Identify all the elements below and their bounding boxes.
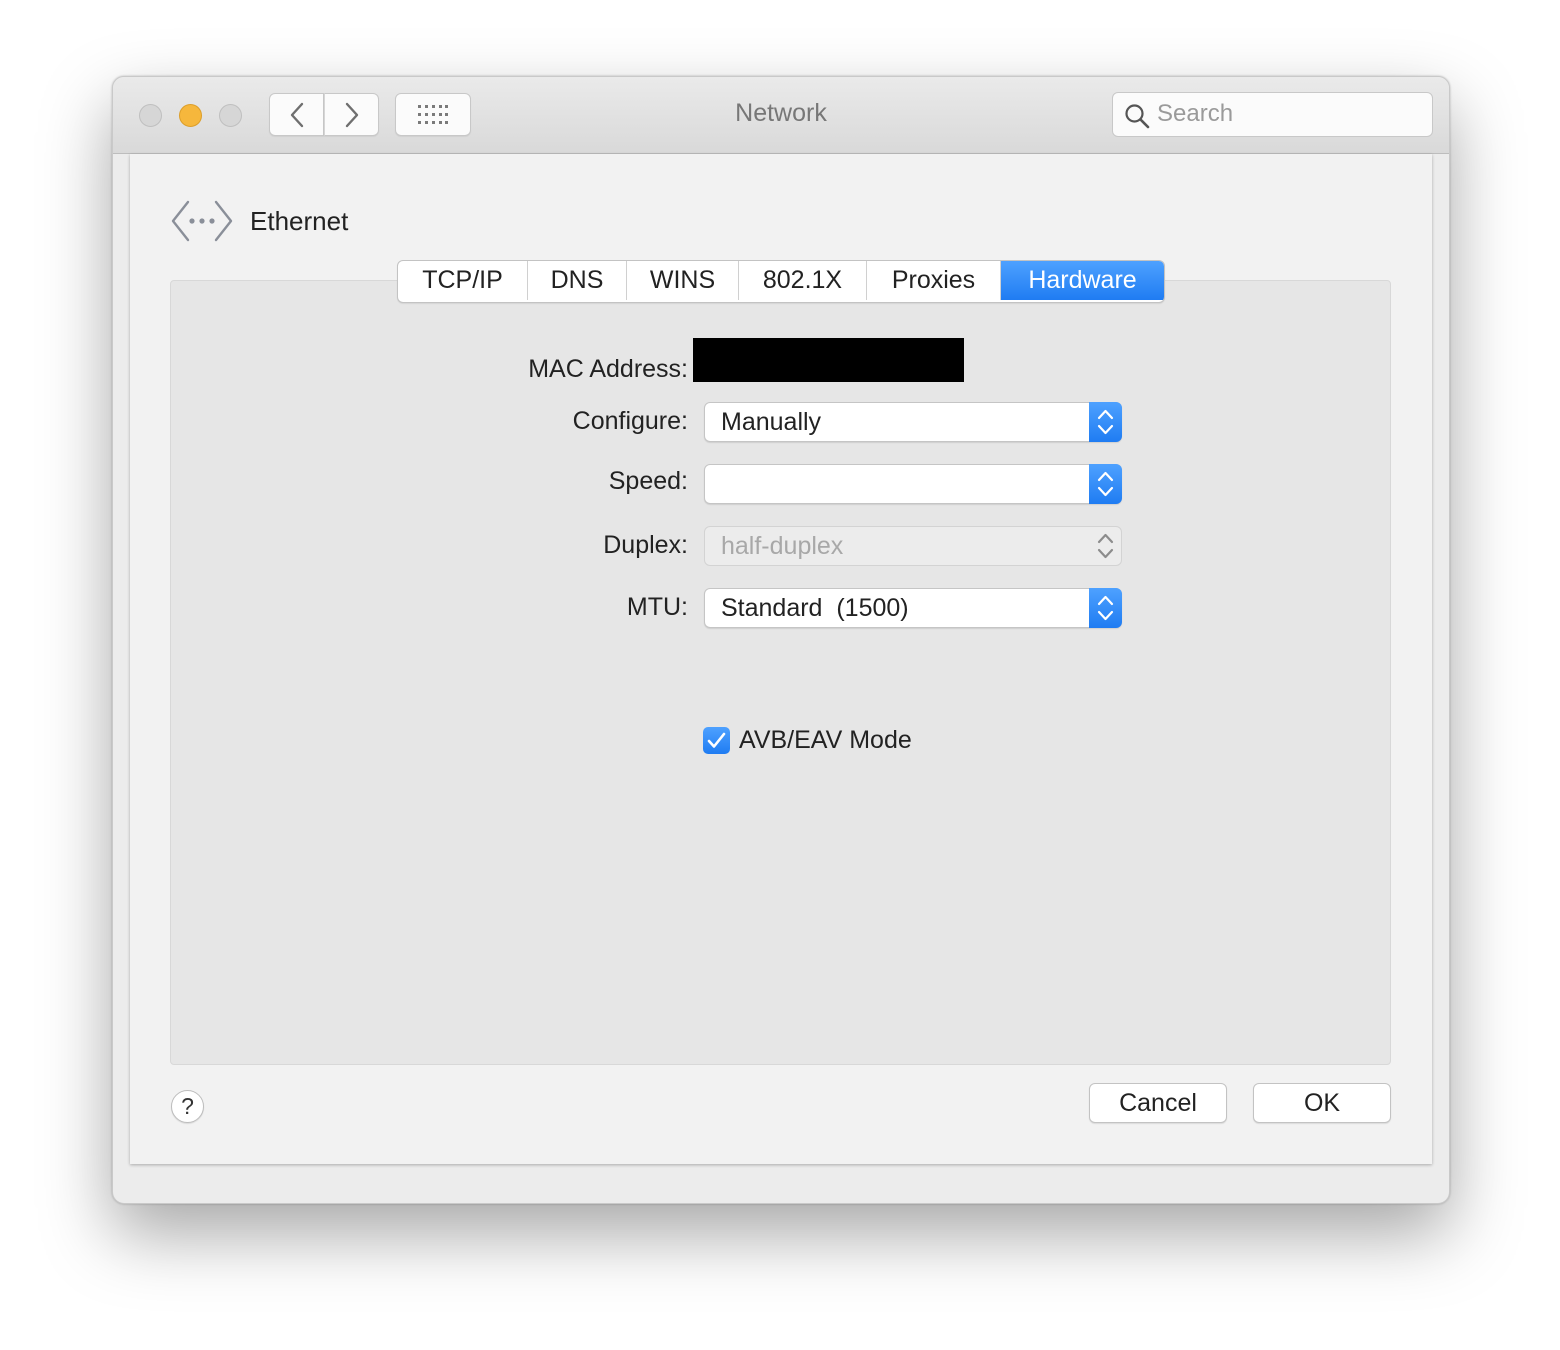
configure-label: Configure: — [572, 407, 688, 435]
mac-address-label: MAC Address: — [528, 355, 688, 383]
mtu-stepper[interactable] — [1089, 588, 1122, 628]
avb-eav-mode-checkbox[interactable] — [703, 727, 730, 754]
speed-popup[interactable] — [704, 464, 1122, 504]
up-down-chevron-icon — [1097, 595, 1114, 621]
search-field[interactable] — [1112, 92, 1433, 137]
cancel-button[interactable]: Cancel — [1089, 1083, 1227, 1123]
duplex-label: Duplex: — [603, 531, 688, 559]
mac-address-value-redacted — [693, 338, 964, 382]
tab-dns[interactable]: DNS — [528, 261, 627, 300]
speed-label: Speed: — [608, 467, 688, 495]
hardware-settings-sheet: Ethernet TCP/IP DNS WINS 802.1X Proxies … — [130, 154, 1432, 1164]
tab-802-1x[interactable]: 802.1X — [739, 261, 867, 300]
tab-hardware[interactable]: Hardware — [1001, 261, 1164, 300]
up-down-chevron-icon — [1097, 533, 1114, 559]
tab-proxies[interactable]: Proxies — [867, 261, 1001, 300]
speed-stepper[interactable] — [1089, 464, 1122, 504]
configure-popup[interactable]: Manually — [704, 402, 1122, 442]
duplex-popup: half-duplex — [704, 526, 1122, 566]
search-input[interactable] — [1157, 99, 1417, 129]
mtu-value: Standard (1500) — [721, 594, 909, 622]
ethernet-icon — [171, 200, 233, 242]
avb-eav-mode-label[interactable]: AVB/EAV Mode — [739, 726, 912, 755]
checkmark-icon — [707, 732, 726, 748]
tab-content-panel — [170, 280, 1391, 1065]
tab-bar: TCP/IP DNS WINS 802.1X Proxies Hardware — [397, 260, 1165, 303]
tab-tcp-ip[interactable]: TCP/IP — [398, 261, 528, 300]
title-bar: Network — [113, 77, 1449, 154]
duplex-stepper — [1089, 526, 1122, 566]
interface-name: Ethernet — [250, 206, 349, 236]
network-preferences-window: Network Ethernet TCP/IP DNS WINS — [112, 76, 1450, 1204]
configure-value: Manually — [721, 408, 822, 436]
search-icon — [1125, 104, 1150, 129]
duplex-value: half-duplex — [721, 532, 844, 560]
mtu-popup[interactable]: Standard (1500) — [704, 588, 1122, 628]
up-down-chevron-icon — [1097, 471, 1114, 497]
tab-wins[interactable]: WINS — [627, 261, 739, 300]
configure-stepper[interactable] — [1089, 402, 1122, 442]
help-button[interactable]: ? — [171, 1090, 204, 1123]
up-down-chevron-icon — [1097, 409, 1114, 435]
mtu-label: MTU: — [626, 593, 688, 621]
ok-button[interactable]: OK — [1253, 1083, 1391, 1123]
